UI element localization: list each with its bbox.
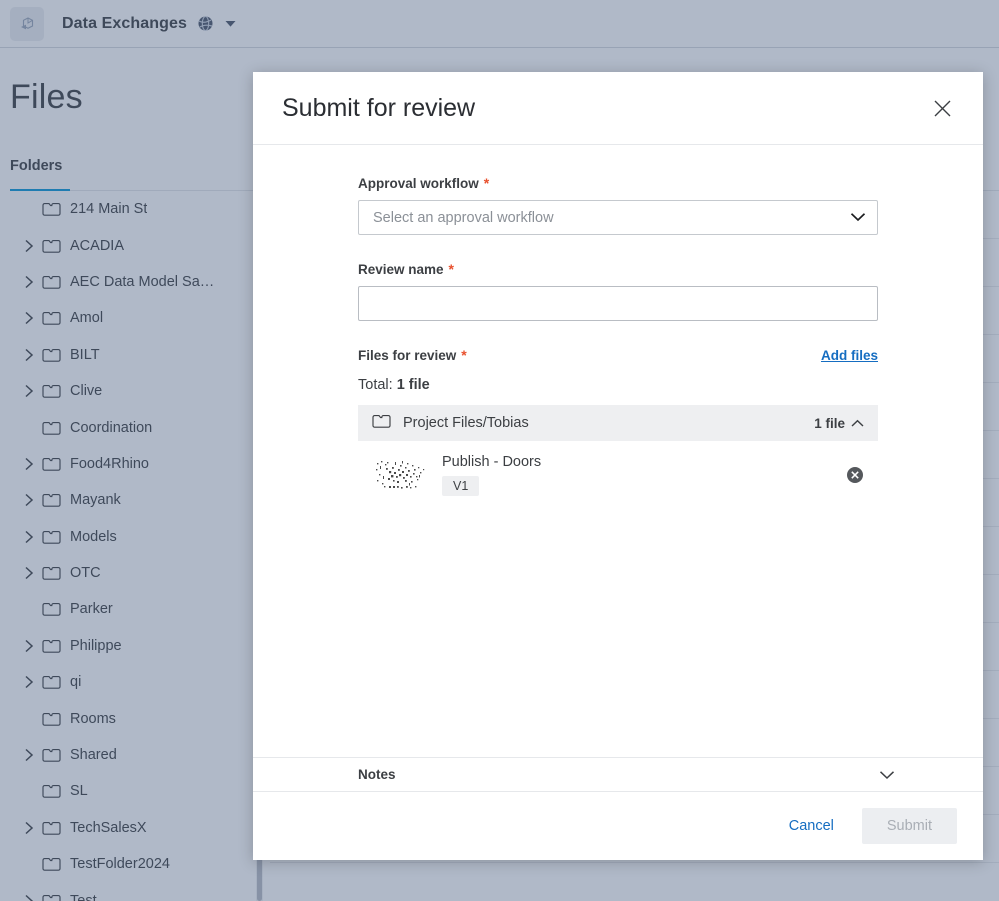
file-group-count: 1 file (814, 415, 845, 431)
modal-header: Submit for review (253, 72, 983, 145)
modal-title: Submit for review (282, 93, 476, 122)
required-marker: * (483, 175, 490, 191)
drawing-thumbnail (372, 456, 429, 494)
review-name-input[interactable] (358, 286, 878, 321)
files-for-review-label-text: Files for review (358, 348, 457, 363)
approval-workflow-label-text: Approval workflow (358, 176, 479, 191)
file-entry-version: V1 (442, 476, 480, 496)
chevron-down-icon[interactable] (879, 770, 895, 780)
files-for-review-label: Files for review * (358, 347, 467, 363)
modal-footer: Cancel Submit (253, 791, 983, 860)
cancel-button[interactable]: Cancel (775, 809, 848, 843)
submit-button[interactable]: Submit (861, 808, 957, 844)
required-marker: * (448, 261, 454, 277)
chevron-down-icon (850, 209, 866, 227)
notes-label: Notes (358, 767, 396, 782)
submit-for-review-dialog: Submit for review Approval workflow * Se… (253, 72, 983, 860)
approval-workflow-select[interactable]: Select an approval workflow (358, 200, 878, 235)
chevron-up-icon[interactable] (845, 416, 864, 431)
modal-body: Approval workflow * Select an approval w… (253, 145, 983, 757)
required-marker: * (461, 347, 467, 363)
notes-section[interactable]: Notes (253, 757, 983, 791)
files-total-prefix: Total: (358, 377, 397, 393)
close-icon[interactable] (929, 95, 955, 121)
review-name-label: Review name * (358, 261, 878, 277)
file-entry-meta: Publish - Doors V1 (442, 454, 541, 496)
file-group-row[interactable]: Project Files/Tobias 1 file (358, 405, 878, 441)
file-group-count-wrap: 1 file (814, 416, 864, 431)
file-entry-row[interactable]: Publish - Doors V1 (358, 441, 878, 509)
file-entry-name: Publish - Doors (442, 454, 542, 470)
approval-workflow-label: Approval workflow * (358, 175, 878, 191)
add-files-link[interactable]: Add files (821, 348, 878, 363)
file-group-path: Project Files/Tobias (403, 415, 529, 431)
files-for-review-header: Files for review * Add files (358, 347, 878, 363)
folder-icon (372, 413, 391, 434)
approval-workflow-placeholder: Select an approval workflow (373, 209, 554, 226)
files-total: Total: 1 file (358, 377, 878, 393)
files-total-value: 1 file (396, 377, 430, 393)
review-name-label-text: Review name (358, 262, 444, 277)
remove-circle-icon[interactable] (846, 466, 864, 484)
